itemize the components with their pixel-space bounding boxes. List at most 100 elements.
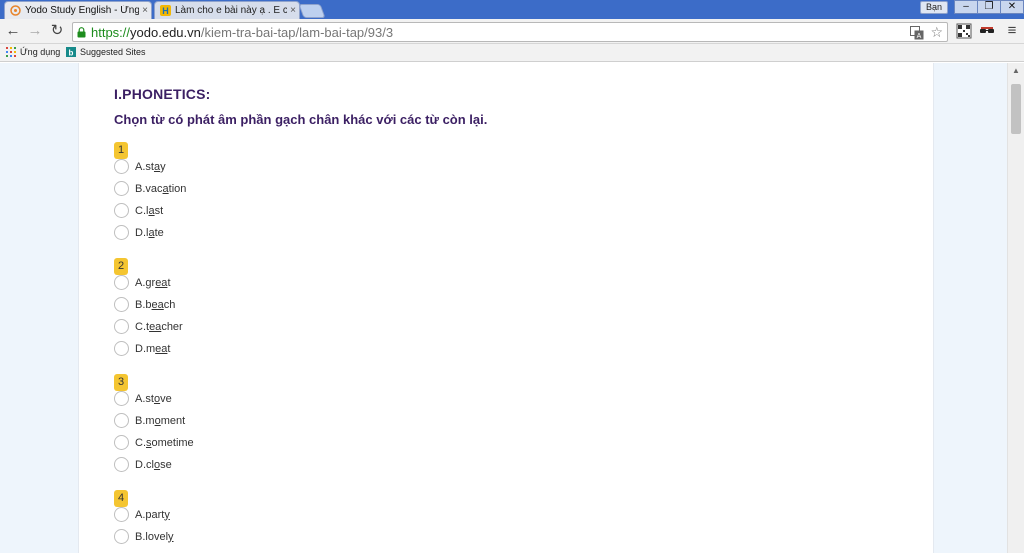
- option-letter: D.: [135, 342, 146, 355]
- svg-text:A: A: [917, 33, 922, 40]
- radio-button[interactable]: [114, 457, 129, 472]
- option-text: lovel: [145, 530, 169, 543]
- close-window-button[interactable]: ✕: [1000, 0, 1024, 14]
- reload-icon[interactable]: ↻: [49, 23, 65, 39]
- option-text: m: [146, 342, 156, 355]
- radio-button[interactable]: [114, 391, 129, 406]
- option-text: part: [145, 508, 165, 521]
- radio-button[interactable]: [114, 319, 129, 334]
- back-arrow-icon[interactable]: ←: [5, 23, 21, 39]
- qr-code-icon[interactable]: [956, 23, 972, 39]
- minimize-button[interactable]: –: [954, 0, 978, 14]
- option-letter: B.: [135, 182, 146, 195]
- incognito-glasses-icon[interactable]: [979, 23, 995, 39]
- browser-toolbar: ← → ↻ https://yodo.edu.vn/kiem-tra-bai-t…: [0, 19, 1024, 44]
- answer-option[interactable]: B. vac a tion: [114, 181, 186, 196]
- answer-option[interactable]: B. lovel y: [114, 529, 174, 544]
- option-letter: A.: [135, 276, 146, 289]
- option-letter: D.: [135, 226, 146, 239]
- radio-button[interactable]: [114, 203, 129, 218]
- option-letter: A.: [135, 160, 146, 173]
- svg-text:b: b: [69, 49, 74, 58]
- answer-option[interactable]: A. st o ve: [114, 391, 172, 406]
- answer-option[interactable]: D. l a te: [114, 225, 164, 240]
- option-text: cher: [161, 320, 183, 333]
- radio-button[interactable]: [114, 507, 129, 522]
- option-text: t: [167, 342, 171, 355]
- scroll-up-arrow-icon[interactable]: ▲: [1008, 63, 1024, 79]
- bookmark-label: Suggested Sites: [80, 47, 146, 57]
- answer-option[interactable]: A. gr ea t: [114, 275, 171, 290]
- option-letter: A.: [135, 392, 146, 405]
- option-text: st: [145, 160, 154, 173]
- answer-option[interactable]: A. st a y: [114, 159, 166, 174]
- option-text: ve: [160, 392, 172, 405]
- option-text: t: [167, 276, 171, 289]
- option-text: te: [154, 226, 164, 239]
- url-scheme: https://: [91, 24, 131, 40]
- option-letter: B.: [135, 414, 146, 427]
- answer-option[interactable]: C. s ometime: [114, 435, 194, 450]
- option-underlined-part: ea: [149, 320, 162, 333]
- translate-icon[interactable]: A: [910, 25, 924, 40]
- bookmark-suggested-sites[interactable]: b Suggested Sites: [66, 47, 146, 57]
- radio-button[interactable]: [114, 275, 129, 290]
- bookmark-star-icon[interactable]: ☆: [930, 24, 943, 41]
- radio-button[interactable]: [114, 297, 129, 312]
- answer-option[interactable]: C. t ea cher: [114, 319, 183, 334]
- tab-close-icon[interactable]: ×: [287, 5, 299, 16]
- radio-button[interactable]: [114, 159, 129, 174]
- option-text: cl: [146, 458, 154, 471]
- radio-button[interactable]: [114, 435, 129, 450]
- radio-button[interactable]: [114, 341, 129, 356]
- hoidap-favicon-icon: H: [160, 5, 171, 16]
- user-profile-button[interactable]: Bạn: [920, 1, 949, 14]
- tab-hoidap[interactable]: H Làm cho e bài này ạ . E cảm ×: [154, 1, 300, 19]
- page-viewport: I.PHONETICS: Chọn từ có phát âm phần gạc…: [0, 63, 1024, 553]
- radio-button[interactable]: [114, 225, 129, 240]
- radio-button[interactable]: [114, 529, 129, 544]
- tab-label: Yodo Study English - Ứng dụ: [25, 5, 139, 16]
- answer-option[interactable]: D. cl o se: [114, 457, 172, 472]
- tab-close-icon[interactable]: ×: [139, 5, 151, 16]
- option-text: ment: [160, 414, 186, 427]
- tab-yodo[interactable]: Yodo Study English - Ứng dụ ×: [4, 1, 152, 19]
- option-letter: C.: [135, 320, 146, 333]
- option-letter: B.: [135, 530, 146, 543]
- bookmark-apps[interactable]: Ứng dụng: [6, 47, 60, 57]
- new-tab-button[interactable]: [298, 4, 326, 18]
- option-underlined-part: y: [168, 530, 174, 543]
- answer-option[interactable]: B. b ea ch: [114, 297, 175, 312]
- answer-option[interactable]: A. part y: [114, 507, 170, 522]
- answer-option[interactable]: B. m o ment: [114, 413, 185, 428]
- bookmark-label: Ứng dụng: [20, 47, 61, 57]
- question-number-badge: 1: [114, 142, 128, 159]
- answer-option[interactable]: C. l a st: [114, 203, 163, 218]
- forward-arrow-icon[interactable]: →: [27, 23, 43, 39]
- svg-text:H: H: [162, 6, 169, 16]
- window-titlebar: Yodo Study English - Ứng dụ × H Làm cho …: [0, 0, 1024, 19]
- radio-button[interactable]: [114, 413, 129, 428]
- answer-option[interactable]: D. m ea t: [114, 341, 170, 356]
- yodo-favicon-icon: [10, 5, 21, 16]
- option-underlined-part: ea: [155, 342, 168, 355]
- restore-button[interactable]: ❐: [977, 0, 1001, 14]
- option-text: ch: [163, 298, 176, 311]
- menu-icon[interactable]: ≡: [1004, 23, 1020, 39]
- option-text: st: [145, 392, 154, 405]
- radio-button[interactable]: [114, 181, 129, 196]
- option-letter: C.: [135, 204, 146, 217]
- option-text: m: [145, 414, 155, 427]
- option-letter: A.: [135, 508, 146, 521]
- question-number-badge: 2: [114, 258, 128, 275]
- lock-icon: [77, 26, 86, 37]
- address-bar[interactable]: https://yodo.edu.vn/kiem-tra-bai-tap/lam…: [72, 22, 948, 42]
- option-text: y: [160, 160, 166, 173]
- scrollbar-thumb[interactable]: [1011, 84, 1021, 134]
- vertical-scrollbar[interactable]: ▲: [1007, 63, 1024, 553]
- option-text: ometime: [151, 436, 194, 449]
- question-number-badge: 4: [114, 490, 128, 507]
- instruction-text: Chọn từ có phát âm phần gạch chân khác v…: [114, 112, 488, 127]
- question-number-badge: 3: [114, 374, 128, 391]
- url-host: yodo.edu.vn: [130, 24, 201, 40]
